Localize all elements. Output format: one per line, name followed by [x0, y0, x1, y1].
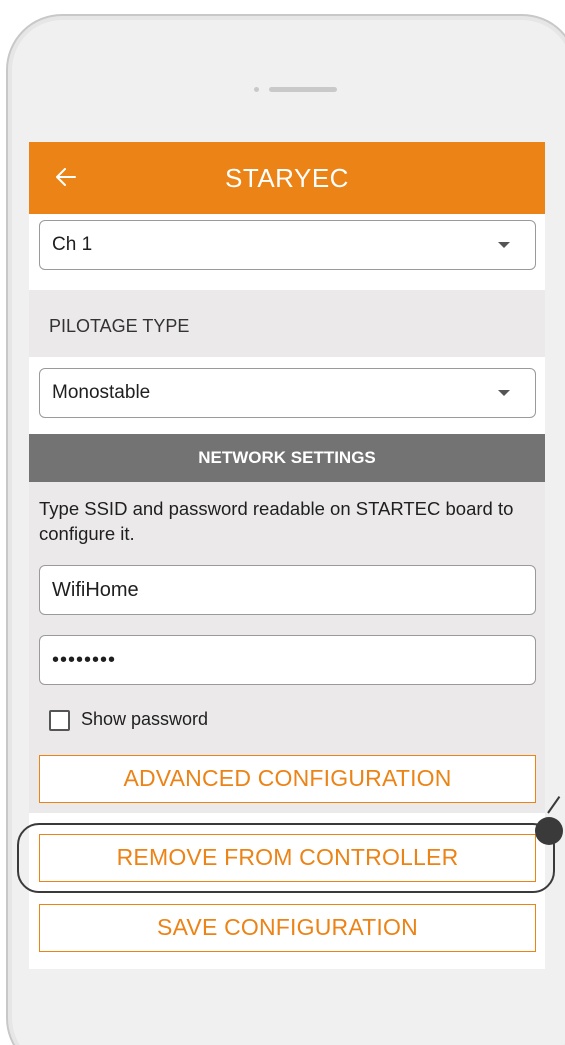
callout-highlight [17, 823, 555, 893]
pilotage-type-select[interactable]: Monostable [39, 368, 536, 418]
camera-dot [254, 87, 259, 92]
channel-select-value: Ch 1 [52, 234, 93, 255]
callout-pointer-dot [535, 817, 563, 845]
show-password-label[interactable]: Show password [81, 709, 208, 730]
network-hint: Type SSID and password readable on START… [39, 498, 514, 544]
pilotage-type-value: Monostable [52, 382, 151, 403]
dropdown-caret-icon [498, 242, 510, 248]
channel-select[interactable]: Ch 1 [39, 220, 536, 270]
dropdown-caret-icon [498, 390, 510, 396]
pilotage-type-label: PILOTAGE TYPE [49, 316, 190, 336]
password-input[interactable]: •••••••• [39, 635, 536, 685]
app-bar: STARYEC [29, 142, 545, 214]
save-configuration-button[interactable]: SAVE CONFIGURATION [39, 904, 536, 952]
ssid-input[interactable]: WifiHome [39, 565, 536, 615]
app-title: STARYEC [225, 163, 349, 193]
speaker-grille [269, 87, 337, 92]
network-settings-header: NETWORK SETTINGS [29, 434, 545, 482]
show-password-checkbox[interactable] [49, 710, 70, 731]
advanced-configuration-button[interactable]: ADVANCED CONFIGURATION [39, 755, 536, 803]
